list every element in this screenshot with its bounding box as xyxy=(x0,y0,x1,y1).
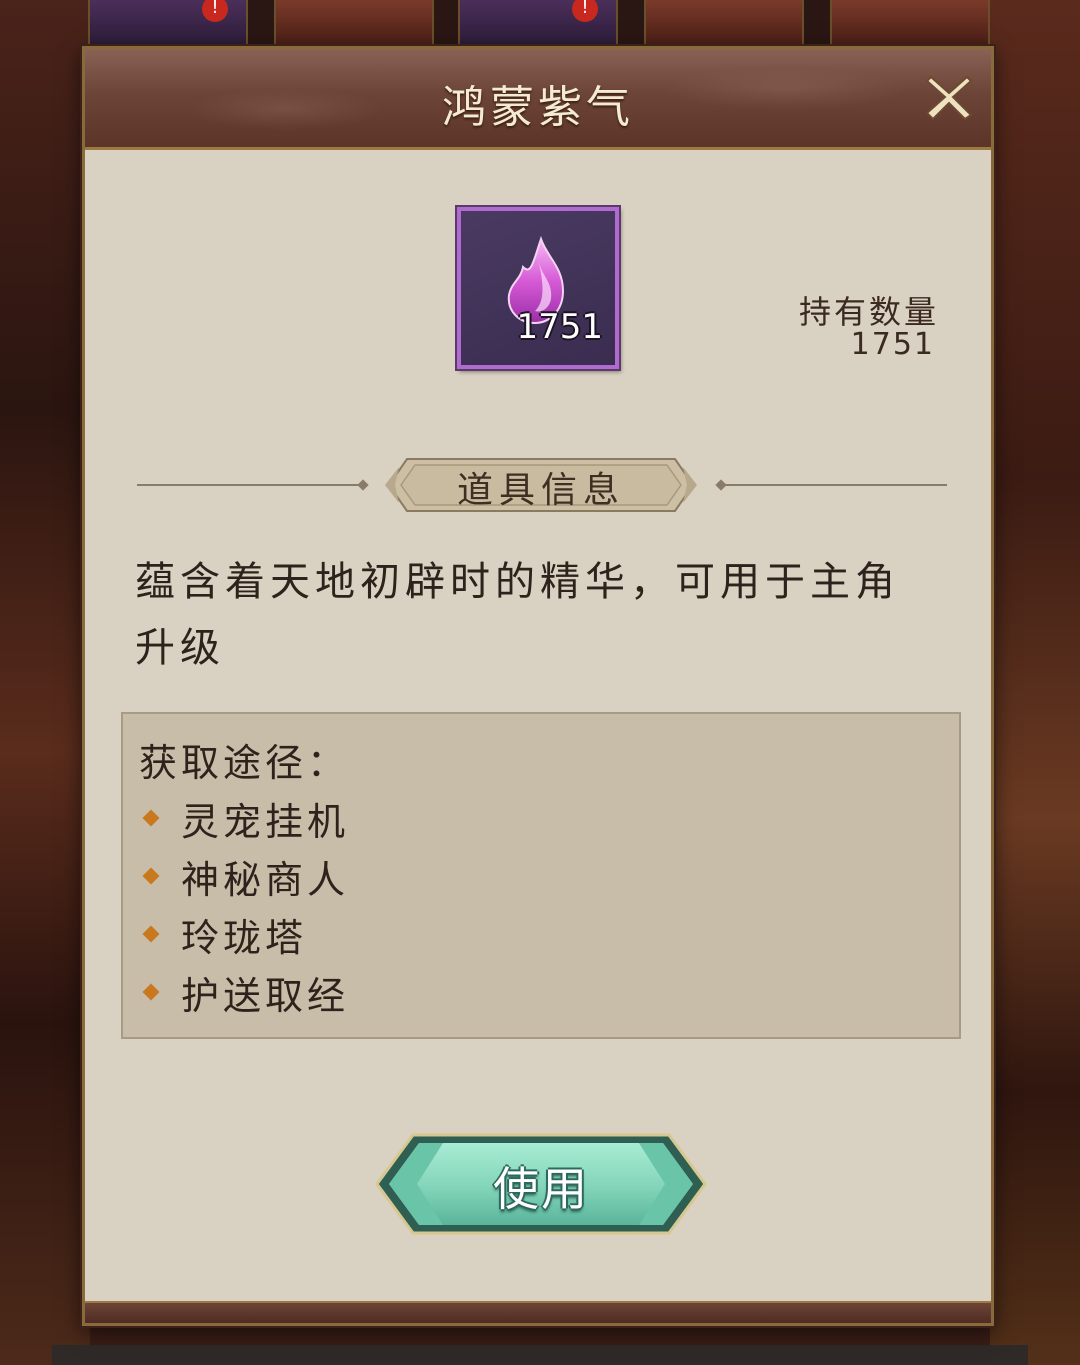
background-card: ! xyxy=(88,0,248,48)
diamond-bullet-icon xyxy=(142,809,160,827)
background-card xyxy=(830,0,990,48)
notification-dot-icon: ! xyxy=(202,0,228,22)
background-bottom-bar xyxy=(52,1345,1028,1365)
acquisition-title: 获取途径： xyxy=(139,741,350,785)
background-card: ! xyxy=(458,0,618,48)
diamond-bullet-icon xyxy=(142,925,160,943)
dialog-footer xyxy=(85,1301,991,1323)
divider-line xyxy=(721,484,947,486)
diamond-bullet-icon xyxy=(142,983,160,1001)
notification-dot-icon: ! xyxy=(572,0,598,22)
source-item[interactable]: 护送取经 xyxy=(141,964,349,1020)
background-left xyxy=(0,0,90,1365)
background-right xyxy=(990,0,1080,1365)
item-count: 1751 xyxy=(516,307,603,347)
close-x-icon[interactable] xyxy=(921,69,977,125)
item-info-dialog: 鸿蒙紫气 1751 持有数量 1751 道具信息 蕴含着天地初辟时的精华，可用于… xyxy=(82,46,994,1326)
use-button[interactable] xyxy=(373,1131,709,1237)
acquisition-panel: 获取途径： 灵宠挂机 神秘商人 玲珑塔 护送取经 xyxy=(121,712,961,1039)
section-title: 道具信息 xyxy=(456,470,625,511)
source-item[interactable]: 玲珑塔 xyxy=(141,906,307,962)
source-item[interactable]: 神秘商人 xyxy=(141,848,349,904)
item-description: 蕴含着天地初辟时的精华，可用于主角 升级 xyxy=(135,559,900,671)
dialog-header: 鸿蒙紫气 xyxy=(85,49,991,150)
divider-line xyxy=(137,484,365,486)
background-card xyxy=(274,0,434,48)
diamond-bullet-icon xyxy=(142,867,160,885)
item-slot: 1751 xyxy=(457,207,619,369)
background-card xyxy=(644,0,804,48)
dialog-title: 鸿蒙紫气 xyxy=(442,82,634,133)
owned-quantity-value: 1751 xyxy=(850,327,935,362)
source-item[interactable]: 灵宠挂机 xyxy=(141,790,349,846)
